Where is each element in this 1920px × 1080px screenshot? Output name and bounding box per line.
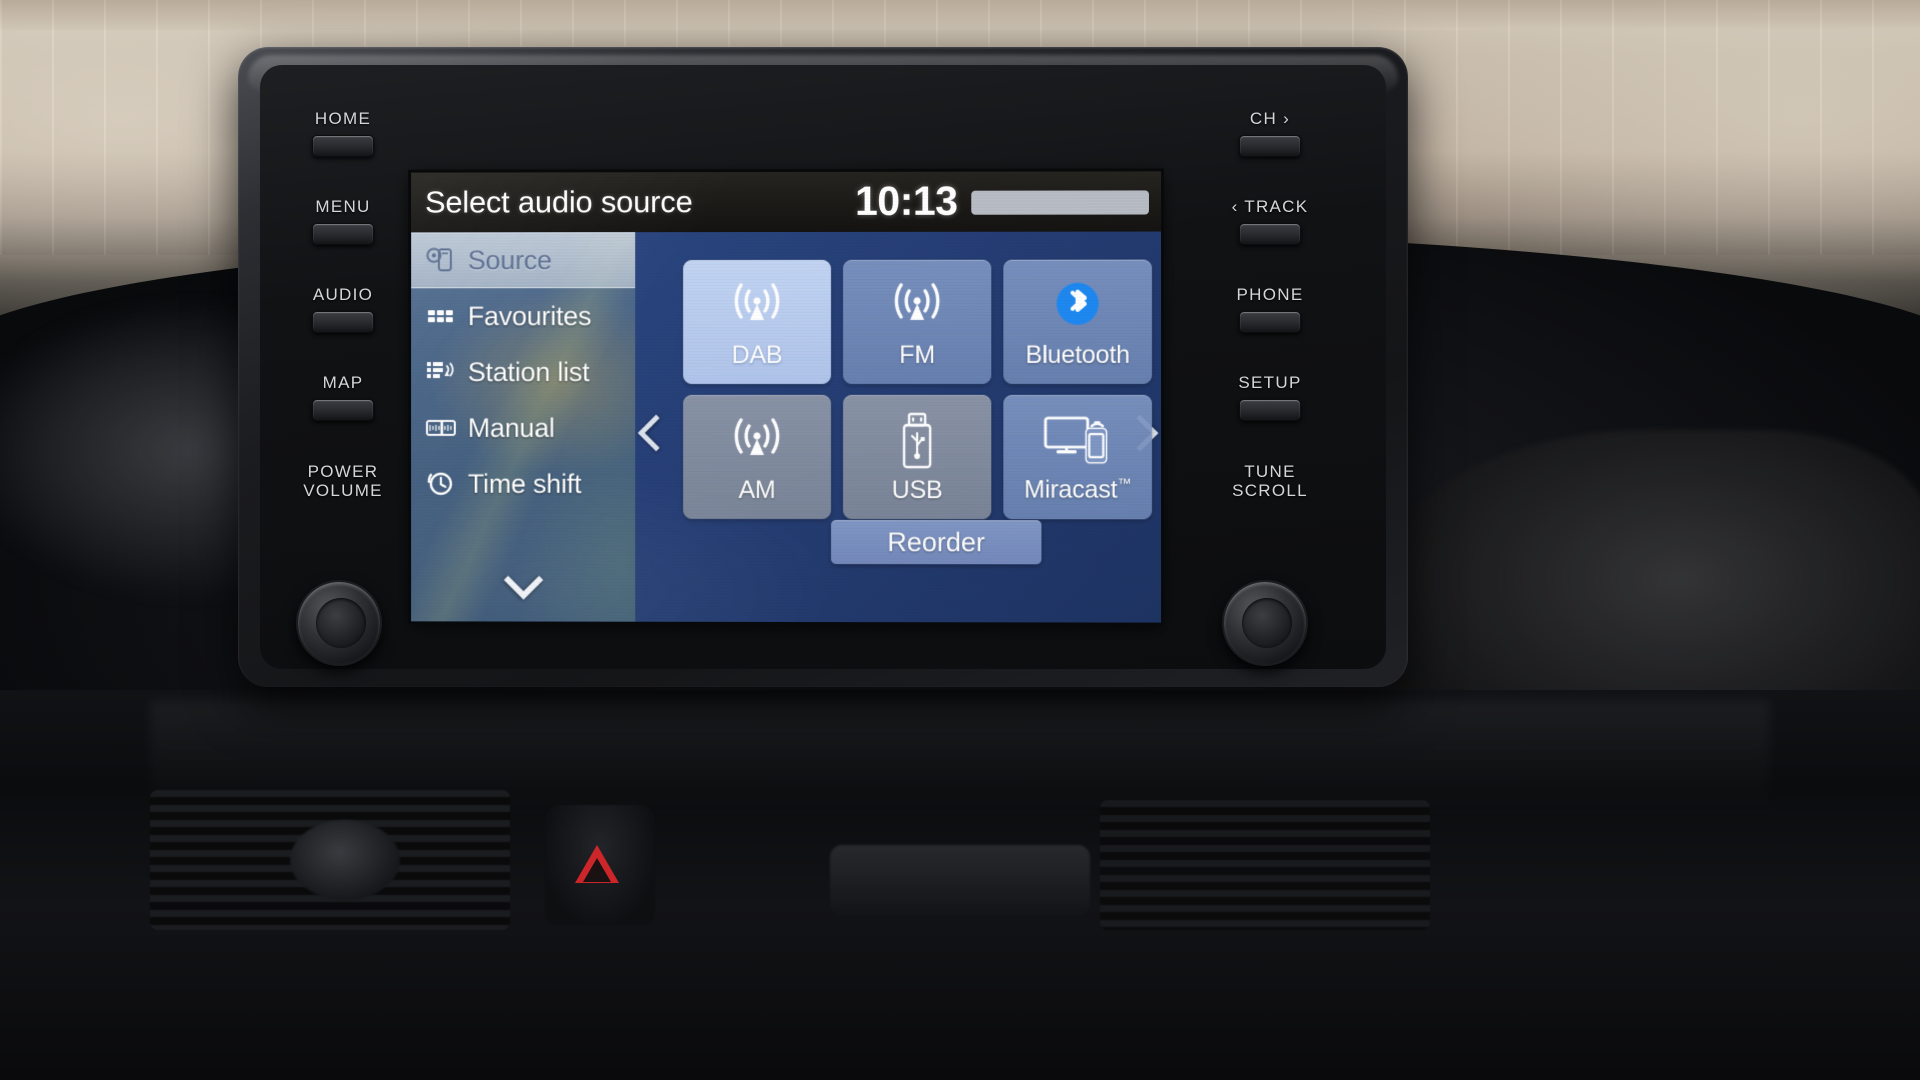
hw-button-home-key[interactable] <box>312 135 374 157</box>
source-tile-bluetooth-label: Bluetooth <box>1025 340 1130 369</box>
tune-scroll-knob[interactable] <box>1222 580 1308 666</box>
tune-label: TUNE <box>1244 462 1296 481</box>
manual-tuning-icon <box>425 413 457 443</box>
sidebar-item-manual[interactable]: Manual <box>411 400 635 456</box>
power-volume-knob-label: POWER VOLUME <box>268 462 418 522</box>
sidebar-item-time-shift-label: Time shift <box>467 468 582 499</box>
hw-button-menu-key[interactable] <box>312 223 374 245</box>
source-tile-am-label: AM <box>738 475 776 504</box>
sidebar-item-source-label: Source <box>467 244 552 275</box>
hardware-buttons-left: HOME MENU AUDIO MAP POWER VOLUME <box>268 110 418 522</box>
infotainment-screen[interactable]: Select audio source 10:13 Source Favouri… <box>411 171 1162 623</box>
hw-button-menu-label: MENU <box>315 197 371 216</box>
hw-button-map-label: MAP <box>322 373 364 392</box>
source-tile-am[interactable]: AM <box>683 394 832 520</box>
usb-stick-icon <box>894 410 940 472</box>
hw-button-audio-key[interactable] <box>312 311 374 333</box>
source-tile-usb[interactable]: USB <box>843 394 992 520</box>
hw-button-audio[interactable]: AUDIO <box>268 286 418 374</box>
hw-button-phone-key[interactable] <box>1239 311 1301 333</box>
hw-button-channel-label: CH › <box>1249 109 1291 128</box>
source-icon <box>425 245 457 275</box>
source-tiles: DAB FM Bluetooth AM USB Miracast™ <box>683 259 1152 520</box>
clock-display: 10:13 <box>855 177 958 224</box>
hw-button-channel[interactable]: CH › <box>1195 110 1345 198</box>
radio-antenna-icon <box>724 409 790 471</box>
side-menu: Source Favourites Station list Manual Ti… <box>411 232 636 622</box>
console-tray <box>830 845 1090 915</box>
sidebar-item-manual-label: Manual <box>467 412 555 443</box>
air-vent-right <box>1100 800 1430 930</box>
source-tile-miracast-label: Miracast™ <box>1024 475 1132 504</box>
hw-button-track[interactable]: ‹ TRACK <box>1195 198 1345 286</box>
source-tile-fm-label: FM <box>899 340 936 369</box>
radio-antenna-icon <box>884 274 950 336</box>
hazard-triangle-inner <box>583 858 611 882</box>
source-grid-area: DAB FM Bluetooth AM USB Miracast™ Reorde… <box>635 232 1161 623</box>
hw-button-audio-label: AUDIO <box>312 285 374 304</box>
reorder-button-label: Reorder <box>887 526 986 557</box>
status-indicator-bar <box>971 190 1149 215</box>
station-list-icon <box>425 357 457 387</box>
hw-button-setup[interactable]: SETUP <box>1195 374 1345 462</box>
sidebar-scroll-down[interactable] <box>411 560 635 600</box>
power-volume-knob[interactable] <box>296 580 382 666</box>
tune-scroll-knob-label: TUNE SCROLL <box>1195 462 1345 522</box>
source-tile-usb-label: USB <box>891 475 943 504</box>
chevron-left-icon[interactable] <box>637 414 675 452</box>
source-tile-dab[interactable]: DAB <box>683 259 832 385</box>
hw-button-menu[interactable]: MENU <box>268 198 418 286</box>
source-tile-bluetooth[interactable]: Bluetooth <box>1003 259 1152 384</box>
sidebar-item-station-list-label: Station list <box>467 356 590 387</box>
screen-title-bar: Select audio source 10:13 <box>411 171 1162 233</box>
hw-button-setup-label: SETUP <box>1238 373 1302 392</box>
hw-button-map[interactable]: MAP <box>268 374 418 462</box>
source-tile-fm[interactable]: FM <box>843 259 992 384</box>
source-tile-dab-label: DAB <box>731 340 783 369</box>
sidebar-item-favourites-label: Favourites <box>467 300 592 331</box>
hw-button-home[interactable]: HOME <box>268 110 418 198</box>
hw-button-setup-key[interactable] <box>1239 399 1301 421</box>
sidebar-item-time-shift[interactable]: Time shift <box>411 456 635 512</box>
scroll-label: SCROLL <box>1232 481 1308 500</box>
hw-button-home-label: HOME <box>314 109 372 128</box>
sidebar-item-favourites[interactable]: Favourites <box>411 288 635 344</box>
source-tile-miracast[interactable]: Miracast™ <box>1003 394 1152 520</box>
hw-button-track-key[interactable] <box>1239 223 1301 245</box>
hw-button-channel-key[interactable] <box>1239 135 1301 157</box>
page-title: Select audio source <box>424 184 693 220</box>
hardware-buttons-right: CH › ‹ TRACK PHONE SETUP TUNE SCROLL <box>1195 110 1345 522</box>
hw-button-track-label: ‹ TRACK <box>1231 197 1309 216</box>
hw-button-phone-label: PHONE <box>1236 285 1304 304</box>
reorder-button[interactable]: Reorder <box>831 520 1042 565</box>
radio-antenna-icon <box>724 274 790 336</box>
bluetooth-icon <box>1049 274 1107 336</box>
console-dial[interactable] <box>290 820 400 900</box>
volume-label: VOLUME <box>303 481 383 500</box>
clock-icon <box>425 469 457 499</box>
hw-button-phone[interactable]: PHONE <box>1195 286 1345 374</box>
favourites-icon <box>425 301 457 331</box>
sidebar-item-source[interactable]: Source <box>411 232 636 289</box>
screen-body: Source Favourites Station list Manual Ti… <box>411 231 1162 623</box>
hw-button-map-key[interactable] <box>312 399 374 421</box>
chevron-down-icon <box>503 560 543 600</box>
miracast-icon <box>1042 409 1112 471</box>
power-label: POWER <box>307 462 379 481</box>
sidebar-item-station-list[interactable]: Station list <box>411 344 635 400</box>
